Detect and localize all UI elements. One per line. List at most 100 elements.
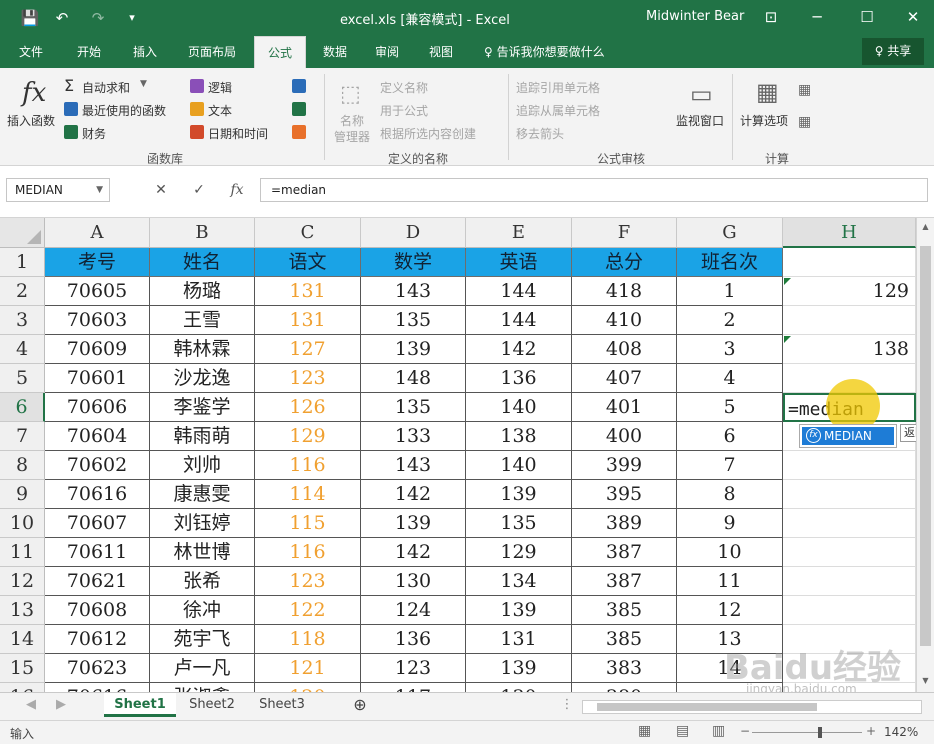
data-cell[interactable]	[783, 567, 916, 596]
row-header-10[interactable]: 10	[0, 509, 45, 538]
data-cell[interactable]: 127	[255, 335, 361, 364]
calc-sheet-icon[interactable]: ▦	[798, 114, 811, 130]
data-cell[interactable]: 117	[361, 683, 466, 692]
data-cell[interactable]: 123	[255, 364, 361, 393]
data-cell[interactable]: 380	[572, 683, 677, 692]
recent-functions-button[interactable]: 最近使用的函数	[82, 102, 166, 119]
data-cell[interactable]: 123	[255, 567, 361, 596]
calc-now-icon[interactable]: ▦	[798, 82, 811, 98]
data-cell[interactable]: 张希	[150, 567, 255, 596]
data-cell[interactable]: 9	[677, 509, 783, 538]
financial-button[interactable]: 财务	[82, 125, 106, 142]
data-cell[interactable]: 131	[255, 306, 361, 335]
minimize-icon[interactable]: ─	[800, 5, 834, 29]
data-cell[interactable]: 康惠雯	[150, 480, 255, 509]
tab-file[interactable]: 文件	[8, 36, 54, 68]
data-cell[interactable]	[783, 451, 916, 480]
zoom-out-button[interactable]: −	[740, 724, 750, 738]
tab-formulas[interactable]: 公式	[254, 36, 306, 68]
data-cell[interactable]: 410	[572, 306, 677, 335]
scroll-down-icon[interactable]: ▼	[917, 674, 934, 688]
data-cell[interactable]: 5	[677, 393, 783, 422]
data-cell[interactable]	[783, 596, 916, 625]
formula-input[interactable]: =median	[260, 178, 928, 202]
vertical-scroll-thumb[interactable]	[920, 246, 931, 646]
data-cell[interactable]: 148	[361, 364, 466, 393]
redo-icon[interactable]: ↷	[86, 7, 110, 29]
tab-review[interactable]: 审阅	[364, 36, 410, 68]
data-cell[interactable]: 139	[466, 480, 572, 509]
data-cell[interactable]: 沙龙逸	[150, 364, 255, 393]
data-cell[interactable]: 129	[783, 277, 916, 306]
data-cell[interactable]: 400	[572, 422, 677, 451]
data-cell[interactable]: 刘帅	[150, 451, 255, 480]
data-cell[interactable]: 11	[677, 567, 783, 596]
data-cell[interactable]: 138	[783, 335, 916, 364]
data-cell[interactable]: 12	[677, 596, 783, 625]
data-cell[interactable]: 114	[255, 480, 361, 509]
data-cell[interactable]: 刘钰婷	[150, 509, 255, 538]
data-cell[interactable]: 142	[361, 480, 466, 509]
data-cell[interactable]: 4	[677, 364, 783, 393]
data-cell[interactable]	[783, 480, 916, 509]
data-cell[interactable]: 8	[677, 480, 783, 509]
data-cell[interactable]: 131	[255, 277, 361, 306]
zoom-in-button[interactable]: +	[866, 724, 876, 738]
maximize-icon[interactable]: ☐	[850, 5, 884, 29]
data-cell[interactable]: 70609	[45, 335, 150, 364]
row-header-15[interactable]: 15	[0, 654, 45, 683]
header-cell[interactable]: 考号	[45, 248, 150, 277]
data-cell[interactable]: 70616	[45, 480, 150, 509]
data-cell[interactable]: 130	[361, 567, 466, 596]
data-cell[interactable]: 389	[572, 509, 677, 538]
autocomplete-item-median[interactable]: fx MEDIAN	[802, 427, 894, 445]
data-cell[interactable]: 135	[466, 509, 572, 538]
data-cell[interactable]: 123	[361, 654, 466, 683]
name-box[interactable]: MEDIAN ▼	[6, 178, 110, 202]
tab-data[interactable]: 数据	[312, 36, 358, 68]
logical-button[interactable]: 逻辑	[208, 79, 232, 96]
row-header-8[interactable]: 8	[0, 451, 45, 480]
data-cell[interactable]: 399	[572, 451, 677, 480]
row-header-3[interactable]: 3	[0, 306, 45, 335]
data-cell[interactable]: 385	[572, 625, 677, 654]
use-in-formula-button[interactable]: 用于公式	[380, 102, 428, 119]
data-cell[interactable]: 385	[572, 596, 677, 625]
scroll-up-icon[interactable]: ▲	[917, 220, 934, 234]
tab-split-icon[interactable]: ⋮	[560, 693, 574, 717]
data-cell[interactable]: 142	[361, 538, 466, 567]
normal-view-icon[interactable]: ▦	[638, 723, 651, 739]
column-header-c[interactable]: C	[255, 218, 361, 248]
cancel-icon[interactable]: ✕	[148, 178, 174, 202]
data-cell[interactable]: 70601	[45, 364, 150, 393]
undo-icon[interactable]: ↶	[50, 7, 74, 29]
data-cell[interactable]: 138	[466, 422, 572, 451]
data-cell[interactable]: 70604	[45, 422, 150, 451]
data-cell[interactable]: 70623	[45, 654, 150, 683]
data-cell[interactable]: 408	[572, 335, 677, 364]
column-header-a[interactable]: A	[45, 218, 150, 248]
share-button[interactable]: ♀ 共享	[862, 38, 924, 65]
data-cell[interactable]: 139	[361, 335, 466, 364]
insert-function-fx-icon[interactable]: fx	[224, 178, 250, 202]
column-header-g[interactable]: G	[677, 218, 783, 248]
data-cell[interactable]: 131	[466, 625, 572, 654]
row-header-5[interactable]: 5	[0, 364, 45, 393]
data-cell[interactable]: 140	[466, 451, 572, 480]
calc-options-button[interactable]: 计算选项	[740, 112, 788, 129]
data-cell[interactable]: 6	[677, 422, 783, 451]
data-cell[interactable]: 10	[677, 538, 783, 567]
horizontal-scrollbar[interactable]	[582, 700, 922, 714]
column-header-b[interactable]: B	[150, 218, 255, 248]
data-cell[interactable]: 126	[255, 393, 361, 422]
remove-arrows-button[interactable]: 移去箭头	[516, 125, 564, 142]
data-cell[interactable]: 142	[466, 335, 572, 364]
data-cell[interactable]: 129	[466, 538, 572, 567]
row-header-12[interactable]: 12	[0, 567, 45, 596]
header-cell[interactable]	[783, 248, 916, 277]
data-cell[interactable]: 130	[466, 683, 572, 692]
tab-insert[interactable]: 插入	[120, 36, 170, 68]
data-cell[interactable]: 133	[361, 422, 466, 451]
data-cell[interactable]: 韩雨萌	[150, 422, 255, 451]
data-cell[interactable]: 139	[466, 596, 572, 625]
